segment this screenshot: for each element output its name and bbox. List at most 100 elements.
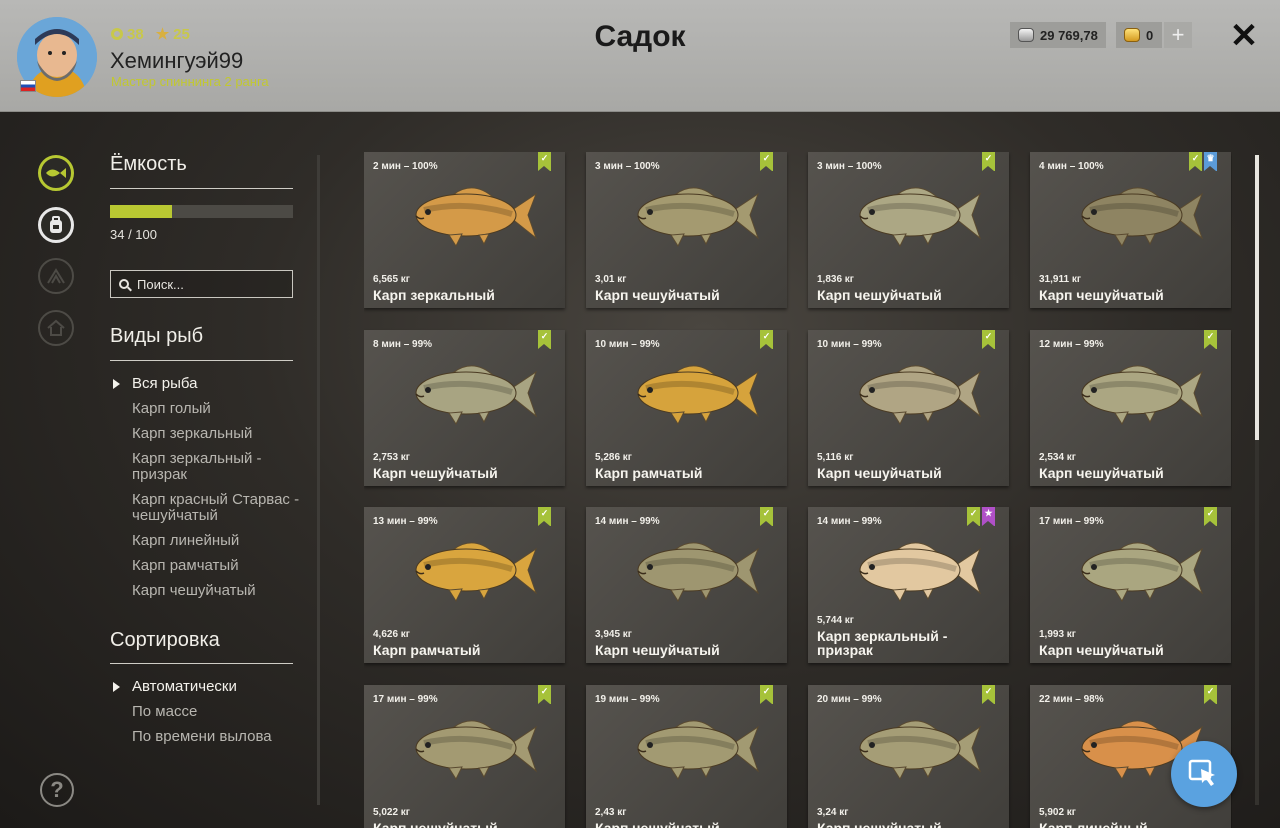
fish-weight: 6,565 кг xyxy=(373,274,410,285)
catch-time: 17 мин – 99% xyxy=(1039,516,1104,527)
fish-name: Карп чешуйчатый xyxy=(373,465,498,481)
catch-time: 19 мин – 99% xyxy=(595,694,660,705)
species-item[interactable]: Карп линейный xyxy=(132,533,302,549)
badges: ✓ xyxy=(982,152,995,171)
search-icon xyxy=(119,279,129,289)
check-badge-icon: ✓ xyxy=(760,507,773,526)
fish-card[interactable]: 13 мин – 99% ✓ 4,626 кг Карп рамчатый xyxy=(364,507,565,663)
check-badge-icon: ✓ xyxy=(760,152,773,171)
crown-badge-icon: ♛ xyxy=(1204,152,1217,171)
fish-card[interactable]: 4 мин – 100% ✓ ♛ 31,911 кг Карп чешуйчатый xyxy=(1030,152,1231,308)
fish-weight: 4,626 кг xyxy=(373,629,410,640)
species-item[interactable]: Карп голый xyxy=(132,401,302,417)
fish-card[interactable]: 8 мин – 99% ✓ 2,753 кг Карп чешуйчатый xyxy=(364,330,565,486)
species-item[interactable]: Карп зеркальный xyxy=(132,426,302,442)
catch-time: 22 мин – 98% xyxy=(1039,694,1104,705)
fish-image xyxy=(838,180,988,250)
fish-name: Карп чешуйчатый xyxy=(1039,465,1164,481)
fish-card[interactable]: 14 мин – 99% ✓ ★ 5,744 кг Карп зеркальный - … xyxy=(808,507,1009,663)
fish-card[interactable]: 12 мин – 99% ✓ 2,534 кг Карп чешуйчатый xyxy=(1030,330,1231,486)
fish-card[interactable]: 3 мин – 100% ✓ 3,01 кг Карп чешуйчатый xyxy=(586,152,787,308)
fish-weight: 3,945 кг xyxy=(595,629,632,640)
fish-image xyxy=(1060,358,1210,428)
cursor-mode-button[interactable] xyxy=(1171,741,1237,807)
badges: ✓ xyxy=(538,685,551,704)
fish-card[interactable]: 20 мин – 99% ✓ 3,24 кг Карп чешуйчатый xyxy=(808,685,1009,828)
check-badge-icon: ✓ xyxy=(982,152,995,171)
species-item[interactable]: Карп чешуйчатый xyxy=(132,583,302,599)
fish-image xyxy=(616,358,766,428)
add-gold-button[interactable]: + xyxy=(1164,22,1192,48)
fish-weight: 5,022 кг xyxy=(373,807,410,818)
check-badge-icon: ✓ xyxy=(538,330,551,349)
species-item[interactable]: Карп рамчатый xyxy=(132,558,302,574)
fish-weight: 2,753 кг xyxy=(373,452,410,463)
star-badge-icon: ★ xyxy=(982,507,995,526)
keepnet-tab[interactable] xyxy=(38,155,74,191)
check-badge-icon: ✓ xyxy=(1204,685,1217,704)
search-field[interactable]: Поиск... xyxy=(110,270,293,298)
panel-separator xyxy=(317,155,320,805)
badges: ✓ xyxy=(760,507,773,526)
camp-tab[interactable] xyxy=(38,258,74,294)
scrollbar-thumb[interactable] xyxy=(1255,155,1259,440)
fish-name: Карп чешуйчатый xyxy=(595,642,720,658)
sort-title: Сортировка xyxy=(110,629,220,651)
silver-value: 29 769,78 xyxy=(1040,27,1098,43)
catch-time: 8 мин – 99% xyxy=(373,339,433,350)
gold-balance: 0 xyxy=(1116,22,1162,48)
sort-item[interactable]: Автоматически xyxy=(113,679,302,695)
species-item[interactable]: Карп красный Старвас - чешуйчатый xyxy=(132,492,302,524)
divider xyxy=(110,663,293,664)
fish-weight: 5,902 кг xyxy=(1039,807,1076,818)
fish-name: Карп чешуйчатый xyxy=(595,820,720,828)
help-button[interactable]: ? xyxy=(40,773,74,807)
fish-card[interactable]: 10 мин – 99% ✓ 5,116 кг Карп чешуйчатый xyxy=(808,330,1009,486)
divider xyxy=(110,360,293,361)
fish-image xyxy=(1060,180,1210,250)
player-rank: Мастер спиннинга 2 ранга xyxy=(111,74,269,89)
fish-card[interactable]: 17 мин – 99% ✓ 5,022 кг Карп чешуйчатый xyxy=(364,685,565,828)
search-placeholder: Поиск... xyxy=(137,276,184,292)
capacity-bar-fill xyxy=(110,205,173,218)
home-tab[interactable] xyxy=(38,310,74,346)
catch-time: 10 мин – 99% xyxy=(817,339,882,350)
fish-card[interactable]: 10 мин – 99% ✓ 5,286 кг Карп рамчатый xyxy=(586,330,787,486)
badges: ✓ xyxy=(538,507,551,526)
fish-card[interactable]: 19 мин – 99% ✓ 2,43 кг Карп чешуйчатый xyxy=(586,685,787,828)
fish-grid: 2 мин – 100% ✓ 6,565 кг Карп зеркальный 3 ми… xyxy=(364,152,1232,828)
badges: ✓ ♛ xyxy=(1189,152,1217,171)
catch-time: 10 мин – 99% xyxy=(595,339,660,350)
cursor-icon xyxy=(1188,759,1215,786)
sort-item[interactable]: По времени вылова xyxy=(132,729,302,745)
fish-card[interactable]: 14 мин – 99% ✓ 3,945 кг Карп чешуйчатый xyxy=(586,507,787,663)
badges: ✓ xyxy=(1204,330,1217,349)
capacity-count: 34 / 100 xyxy=(110,227,157,242)
catch-time: 14 мин – 99% xyxy=(595,516,660,527)
species-item[interactable]: Вся рыба xyxy=(113,376,302,392)
grid-scrollbar[interactable] xyxy=(1255,155,1259,805)
badges: ✓ xyxy=(1204,685,1217,704)
fish-card[interactable]: 17 мин – 99% ✓ 1,993 кг Карп чешуйчатый xyxy=(1030,507,1231,663)
species-title: Виды рыб xyxy=(110,325,204,347)
fish-weight: 3,24 кг xyxy=(817,807,849,818)
sort-item[interactable]: По массе xyxy=(132,704,302,720)
fish-name: Карп чешуйчатый xyxy=(595,287,720,303)
species-item[interactable]: Карп зеркальный - призрак xyxy=(132,451,302,483)
fish-name: Карп рамчатый xyxy=(595,465,703,481)
fish-name: Карп чешуйчатый xyxy=(1039,287,1164,303)
fish-name: Карп чешуйчатый xyxy=(817,287,942,303)
fish-card[interactable]: 3 мин – 100% ✓ 1,836 кг Карп чешуйчатый xyxy=(808,152,1009,308)
catch-time: 2 мин – 100% xyxy=(373,161,438,172)
check-badge-icon: ✓ xyxy=(982,330,995,349)
fish-card[interactable]: 2 мин – 100% ✓ 6,565 кг Карп зеркальный xyxy=(364,152,565,308)
inventory-tab[interactable] xyxy=(38,207,74,243)
fish-name: Карп рамчатый xyxy=(373,642,481,658)
fish-weight: 1,993 кг xyxy=(1039,629,1076,640)
capacity-title: Ёмкость xyxy=(110,153,187,175)
fish-name: Карп линейный xyxy=(1039,820,1148,828)
close-button[interactable]: ✕ xyxy=(1228,17,1260,55)
fish-image xyxy=(616,535,766,605)
fish-image xyxy=(394,535,544,605)
tent-icon xyxy=(47,268,65,284)
